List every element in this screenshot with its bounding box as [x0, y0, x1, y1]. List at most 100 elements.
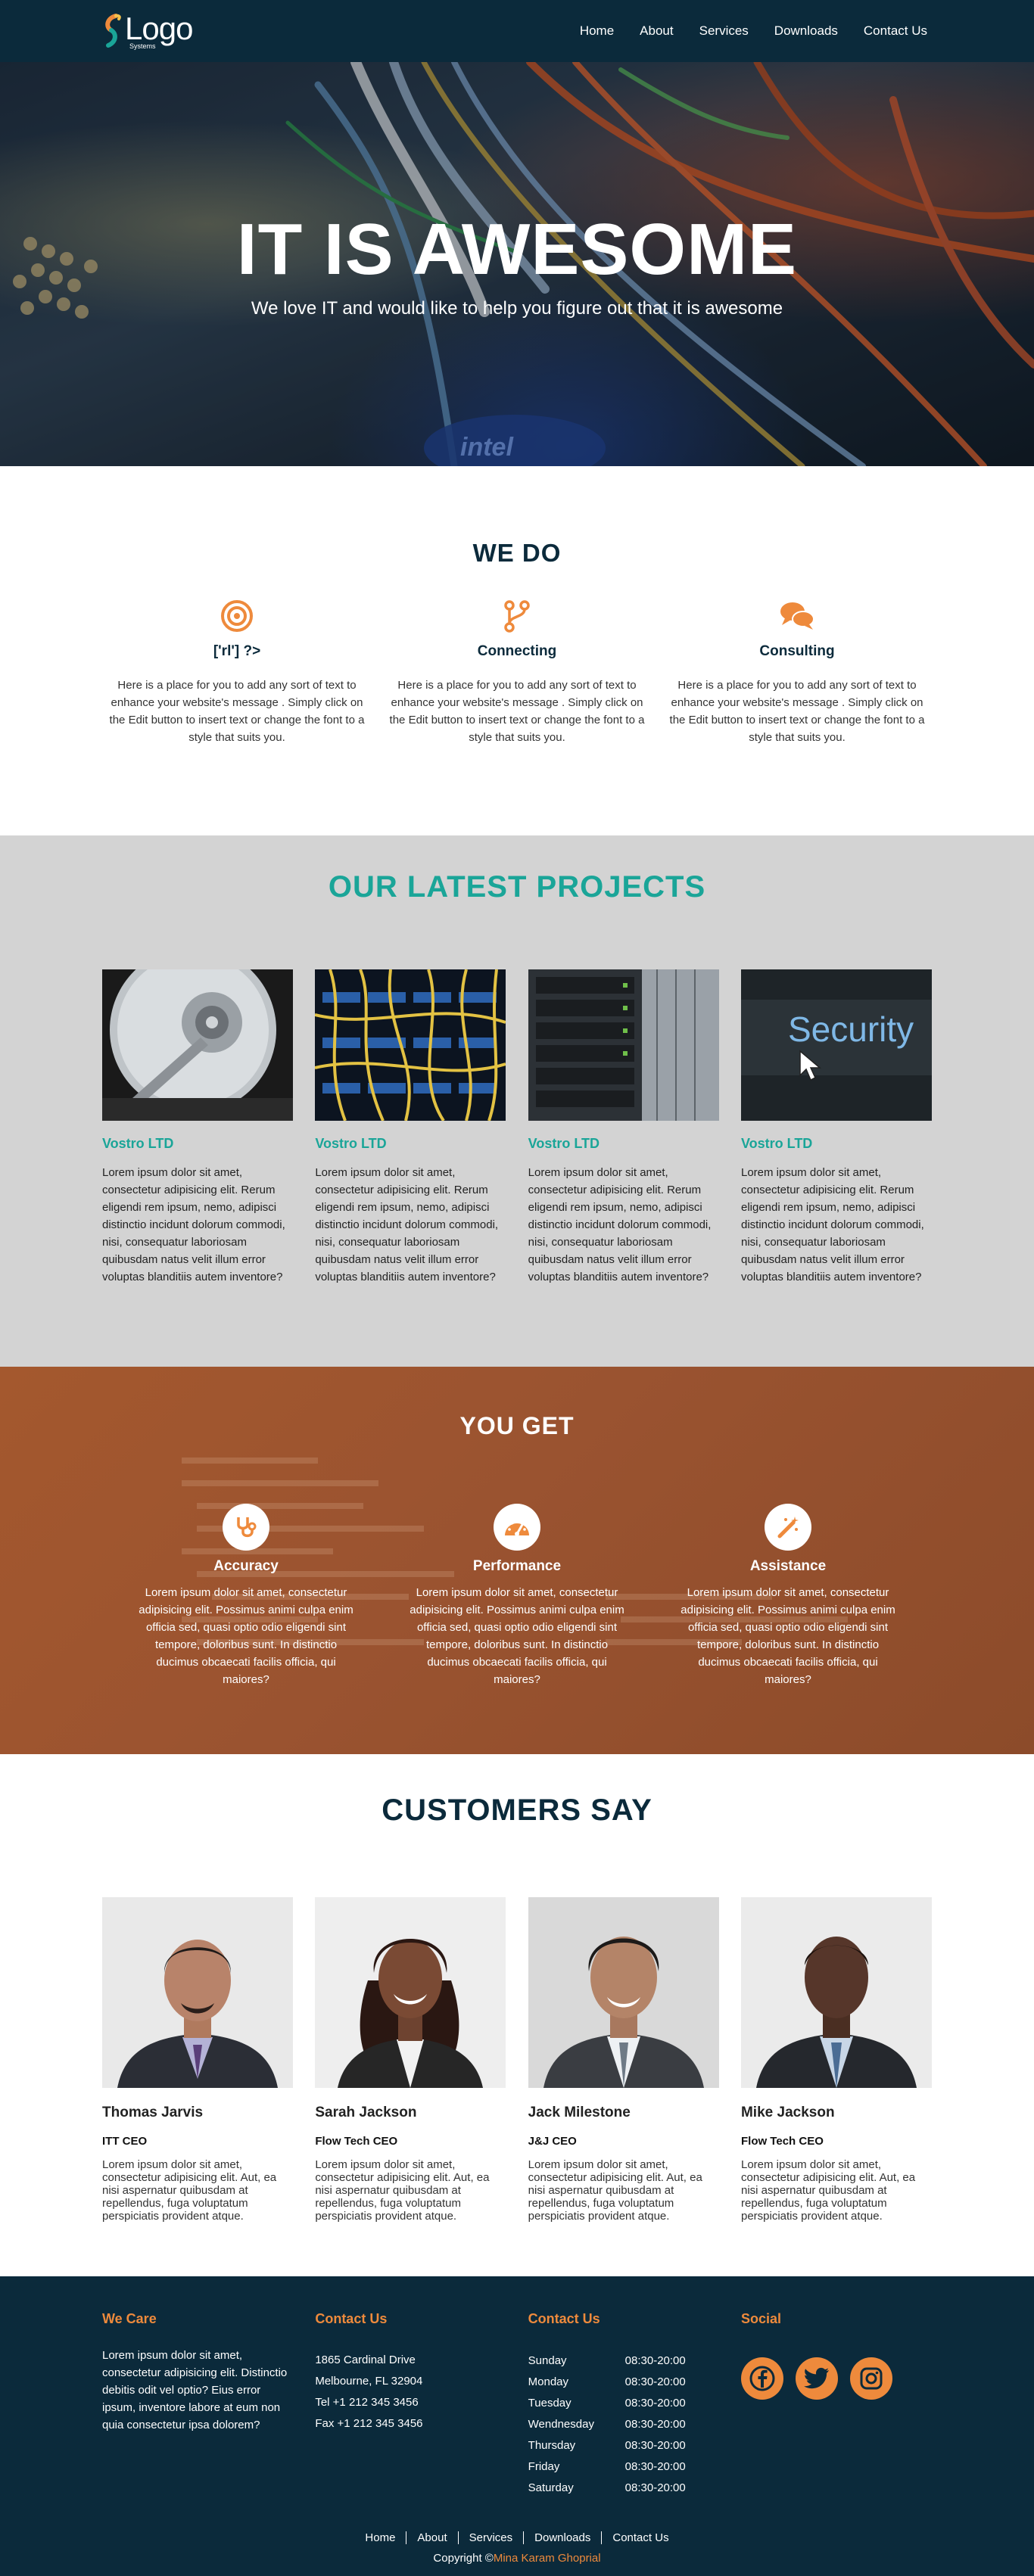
footer-we-care: We Care Lorem ipsum dolor sit amet, cons…: [102, 2311, 293, 2498]
benefit-title: Assistance: [749, 1558, 827, 1574]
hours-row: Saturday 08:30-20:00: [528, 2481, 686, 2494]
logo-subtext: Systems: [129, 42, 156, 50]
footer-we-care-text: Lorem ipsum dolor sit amet, consectetur …: [102, 2349, 288, 2431]
main-nav: Home About Services Downloads Contact Us: [580, 23, 927, 39]
service-text: Here is a place for you to add any sort …: [389, 679, 645, 744]
service-title: Consulting: [759, 643, 835, 659]
customer-role: Flow Tech CEO: [315, 2135, 398, 2148]
stethoscope-icon: [223, 1504, 269, 1551]
benefit-title: Accuracy: [213, 1558, 279, 1574]
benefit-text: Lorem ipsum dolor sit amet, consectetur …: [681, 1586, 895, 1686]
hero-title: IT IS AWESOME: [236, 209, 798, 290]
footer-nav-services[interactable]: Services: [459, 2531, 525, 2544]
hero-banner: intel IT IS AWESOME We love IT and would…: [0, 62, 1034, 466]
customer-role: J&J CEO: [528, 2135, 577, 2148]
benefit-text: Lorem ipsum dolor sit amet, consectetur …: [139, 1586, 353, 1686]
project-title[interactable]: Vostro LTD: [528, 1136, 719, 1152]
address-line: Melbourne, FL 32904: [315, 2375, 423, 2388]
customer-quote: Lorem ipsum dolor sit amet, consectetur …: [740, 2158, 916, 2223]
benefit-title: Performance: [472, 1558, 562, 1574]
service-title: Connecting: [477, 643, 557, 659]
security-key-image: Security: [740, 969, 932, 1121]
project-title[interactable]: Vostro LTD: [741, 1136, 932, 1152]
branch-icon: [499, 598, 535, 634]
chat-icon: [779, 598, 815, 634]
service-item: ['rl'] ?> Here is a place for you to add…: [102, 598, 372, 746]
footer-nav-home[interactable]: Home: [354, 2531, 407, 2544]
projects-section: OUR LATEST PROJECTS Vostro LTD Lorem ips…: [0, 835, 1034, 1367]
service-text: Here is a place for you to add any sort …: [669, 679, 925, 744]
instagram-icon[interactable]: [849, 2357, 892, 2400]
customer-role: ITT CEO: [102, 2135, 148, 2148]
twitter-icon[interactable]: [795, 2357, 838, 2400]
customers-section: CUSTOMERS SAY Thomas Jarvis ITT CEO Lore…: [0, 1754, 1034, 2276]
address-line: 1865 Cardinal Drive: [315, 2354, 416, 2366]
projects-title: OUR LATEST PROJECTS: [328, 870, 706, 904]
nav-contact[interactable]: Contact Us: [864, 23, 927, 39]
hours-row: Wendnesday 08:30-20:00: [528, 2417, 686, 2431]
project-card[interactable]: Vostro LTD Lorem ipsum dolor sit amet, c…: [528, 969, 719, 1286]
hours-row: Thursday 08:30-20:00: [528, 2438, 686, 2452]
customer-card: Sarah Jackson Flow Tech CEO Lorem ipsum …: [315, 1897, 506, 2223]
project-text: Lorem ipsum dolor sit amet, consectetur …: [102, 1166, 285, 1283]
footer-heading: Contact Us: [315, 2311, 388, 2326]
footer-nav-contact[interactable]: Contact Us: [602, 2531, 679, 2544]
footer-heading: We Care: [102, 2311, 157, 2326]
customer-card: Mike Jackson Flow Tech CEO Lorem ipsum d…: [740, 1897, 932, 2223]
server-rack-image: [528, 969, 719, 1121]
nav-about[interactable]: About: [640, 23, 673, 39]
magic-wand-icon: [765, 1504, 811, 1551]
customer-role: Flow Tech CEO: [740, 2135, 824, 2148]
footer-social: Social: [740, 2311, 932, 2498]
copyright: Copyright ©Mina Karam Ghoprial: [433, 2552, 601, 2565]
footer-nav-downloads[interactable]: Downloads: [524, 2531, 603, 2544]
project-card[interactable]: Security Vostro LTD Lorem ipsum dolor si…: [740, 969, 932, 1286]
customer-photo: [315, 1897, 506, 2088]
project-card[interactable]: Vostro LTD Lorem ipsum dolor sit amet, c…: [315, 969, 506, 1286]
author-link[interactable]: Mina Karam Ghoprial: [494, 2552, 601, 2565]
service-text: Here is a place for you to add any sort …: [109, 679, 365, 744]
benefit-item: Accuracy Lorem ipsum dolor sit amet, con…: [132, 1504, 360, 1688]
we-do-section: WE DO ['rl'] ?> Here is a place for you …: [0, 466, 1034, 835]
project-title[interactable]: Vostro LTD: [102, 1136, 293, 1152]
speedometer-icon: [494, 1504, 540, 1551]
service-item: Connecting Here is a place for you to ad…: [382, 598, 652, 746]
footer-heading: Contact Us: [528, 2311, 600, 2326]
logo-mark-icon: [105, 14, 121, 48]
phone-line: Tel +1 212 345 3456: [315, 2396, 419, 2409]
site-header: Logo Systems Home About Services Downloa…: [0, 0, 1034, 62]
footer-contact: Contact Us 1865 Cardinal Drive Melbourne…: [315, 2311, 506, 2498]
nav-home[interactable]: Home: [580, 23, 614, 39]
hours-row: Friday 08:30-20:00: [528, 2459, 686, 2473]
project-text: Lorem ipsum dolor sit amet, consectetur …: [315, 1166, 499, 1283]
you-get-section: YOU GET Accuracy Lorem ipsum dolor sit a…: [0, 1367, 1034, 1754]
nav-downloads[interactable]: Downloads: [774, 23, 838, 39]
service-item: Consulting Here is a place for you to ad…: [662, 598, 932, 746]
facebook-icon[interactable]: [740, 2357, 783, 2400]
site-footer: We Care Lorem ipsum dolor sit amet, cons…: [0, 2276, 1034, 2576]
project-title[interactable]: Vostro LTD: [315, 1136, 506, 1152]
network-cables-image: [315, 969, 506, 1121]
benefit-item: Performance Lorem ipsum dolor sit amet, …: [403, 1504, 631, 1688]
service-title: ['rl'] ?>: [213, 643, 261, 659]
customer-card: Thomas Jarvis ITT CEO Lorem ipsum dolor …: [102, 1897, 293, 2223]
footer-heading: Social: [740, 2311, 782, 2326]
footer-nav: Home About Services Downloads Contact Us: [102, 2531, 932, 2544]
customer-photo: [528, 1897, 719, 2088]
customers-title: CUSTOMERS SAY: [382, 1794, 652, 1827]
customer-quote: Lorem ipsum dolor sit amet, consectetur …: [102, 2158, 277, 2223]
you-get-title: YOU GET: [459, 1412, 575, 1439]
hours-row: Sunday 08:30-20:00: [528, 2354, 686, 2367]
security-key-label: Security: [788, 1010, 914, 1049]
benefit-item: Assistance Lorem ipsum dolor sit amet, c…: [674, 1504, 902, 1688]
nav-services[interactable]: Services: [699, 23, 749, 39]
logo[interactable]: Logo Systems: [102, 12, 193, 50]
benefit-text: Lorem ipsum dolor sit amet, consectetur …: [410, 1586, 624, 1686]
footer-nav-about[interactable]: About: [406, 2531, 459, 2544]
customer-photo: [740, 1897, 932, 2088]
hours-row: Monday 08:30-20:00: [528, 2375, 686, 2388]
customer-name: Mike Jackson: [740, 2105, 835, 2120]
hero-subtitle: We love IT and would like to help you fi…: [251, 298, 783, 319]
project-card[interactable]: Vostro LTD Lorem ipsum dolor sit amet, c…: [102, 969, 293, 1286]
customer-name: Thomas Jarvis: [102, 2105, 204, 2120]
